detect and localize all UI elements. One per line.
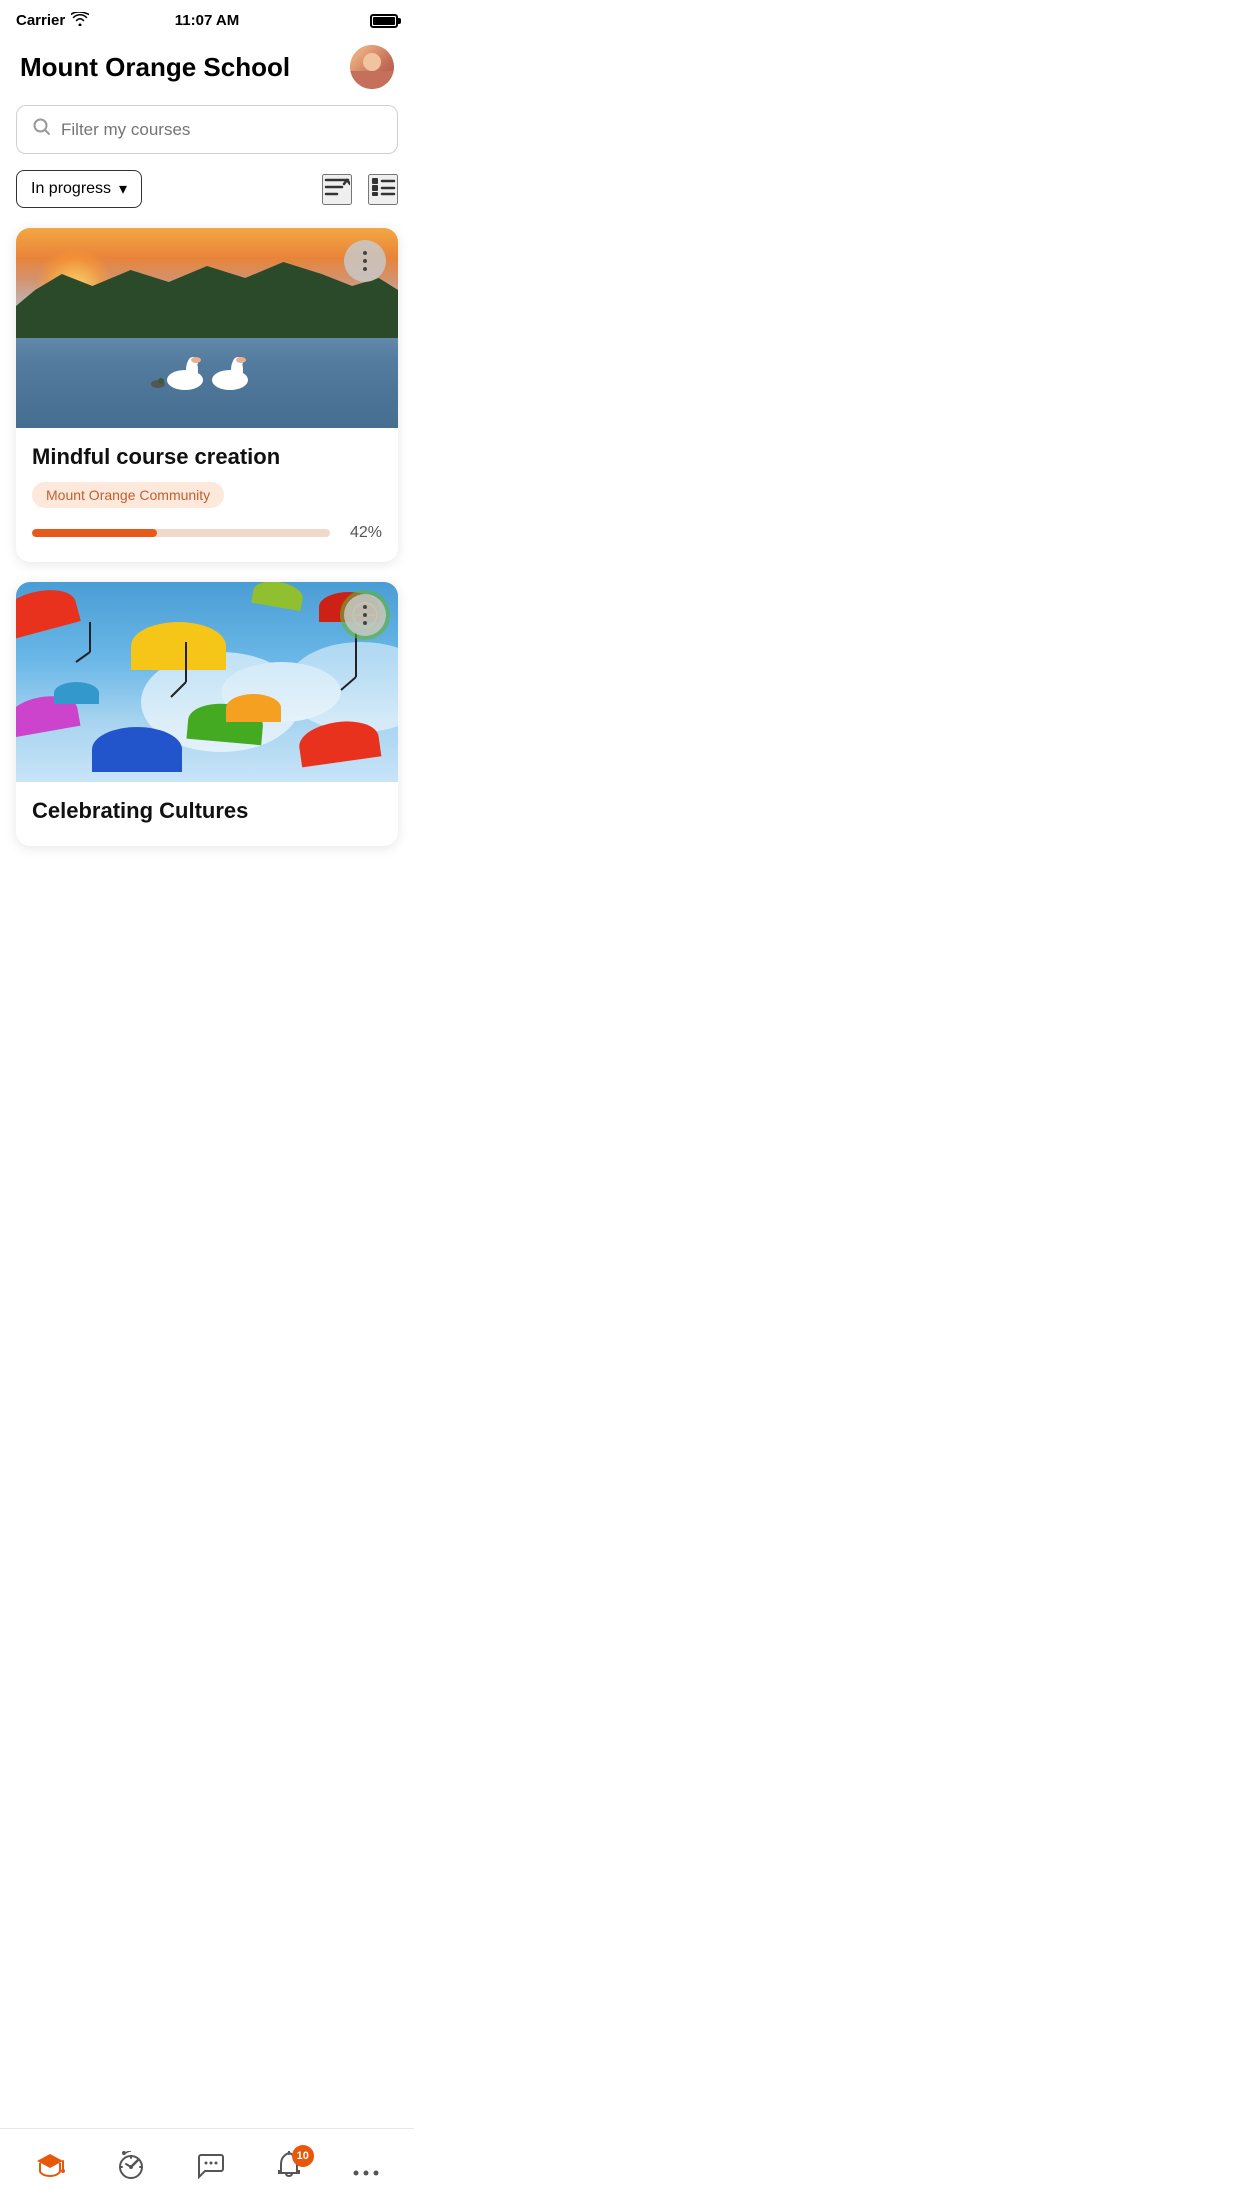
umbrella-decoration <box>131 622 226 670</box>
course-info-2: Celebrating Cultures <box>16 782 398 846</box>
dashboard-icon <box>116 2151 146 2186</box>
page-title: Mount Orange School <box>20 52 290 83</box>
notification-badge: 10 <box>292 2145 314 2167</box>
three-dots-icon <box>363 251 367 271</box>
course-image-2 <box>16 582 398 782</box>
course-tag: Mount Orange Community <box>32 482 224 508</box>
progress-bar-fill <box>32 529 157 537</box>
course-title: Mindful course creation <box>32 444 382 470</box>
filter-row: In progress ▾ <box>0 170 414 228</box>
course-image <box>16 228 398 428</box>
status-bar: Carrier 11:07 AM <box>0 0 414 37</box>
umbrella-decoration <box>251 582 305 611</box>
sort-button[interactable] <box>322 174 352 205</box>
progress-bar-bg <box>32 529 330 537</box>
nav-item-dashboard[interactable] <box>100 2143 162 2194</box>
umbrella-scene-bg <box>16 582 398 782</box>
status-time: 11:07 AM <box>175 12 239 29</box>
view-controls <box>322 174 398 205</box>
umbrella-decoration <box>226 694 281 722</box>
wifi-icon <box>71 12 89 29</box>
progress-percent: 42% <box>342 524 382 542</box>
search-container <box>0 105 414 170</box>
messages-icon <box>197 2151 225 2186</box>
avatar-image <box>350 45 394 89</box>
courses-list: Mindful course creation Mount Orange Com… <box>0 228 414 936</box>
course-card[interactable]: Celebrating Cultures <box>16 582 398 846</box>
nav-item-more[interactable] <box>337 2145 395 2192</box>
nav-item-notifications[interactable]: 10 <box>260 2143 318 2194</box>
course-info: Mindful course creation Mount Orange Com… <box>16 428 398 562</box>
course-more-button-2[interactable] <box>344 594 386 636</box>
filter-dropdown-button[interactable]: In progress ▾ <box>16 170 142 208</box>
more-icon <box>353 2153 379 2184</box>
bottom-navigation: 10 <box>0 2128 414 2208</box>
user-avatar[interactable] <box>350 45 394 89</box>
app-header: Mount Orange School <box>0 37 414 105</box>
battery-icon <box>370 14 398 28</box>
list-view-button[interactable] <box>368 174 398 205</box>
chevron-down-icon: ▾ <box>119 179 127 199</box>
course-more-button[interactable] <box>344 240 386 282</box>
three-dots-icon <box>363 605 367 625</box>
search-input[interactable] <box>61 120 381 140</box>
lake-scene-bg <box>16 228 398 428</box>
progress-row: 42% <box>32 524 382 542</box>
nav-item-courses[interactable] <box>19 2144 81 2193</box>
search-icon <box>33 118 51 141</box>
filter-label: In progress <box>31 180 111 198</box>
courses-icon <box>35 2152 65 2185</box>
carrier-text: Carrier <box>16 12 65 29</box>
umbrella-decoration <box>92 727 182 772</box>
status-left: Carrier <box>16 12 89 29</box>
swans-svg <box>150 338 270 398</box>
search-box <box>16 105 398 154</box>
nav-item-messages[interactable] <box>181 2143 241 2194</box>
umbrella-decoration <box>16 582 81 641</box>
umbrella-decoration <box>54 682 99 704</box>
umbrella-decoration <box>297 717 382 768</box>
course-title-2: Celebrating Cultures <box>32 798 382 824</box>
course-card[interactable]: Mindful course creation Mount Orange Com… <box>16 228 398 562</box>
